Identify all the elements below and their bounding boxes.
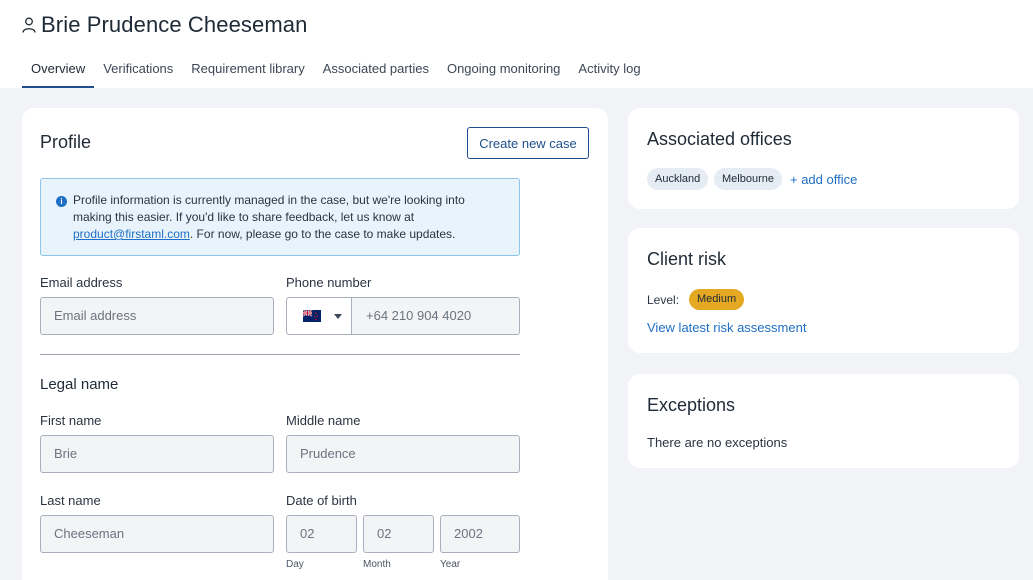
country-code-select[interactable] [287, 298, 352, 334]
info-text-before: Profile information is currently managed… [73, 193, 465, 224]
first-name-label: First name [40, 413, 102, 428]
risk-level-label: Level: [647, 293, 680, 307]
phone-field: +64 210 904 4020 [286, 297, 520, 335]
last-name-label: Last name [40, 493, 101, 508]
tab-overview[interactable]: Overview [22, 52, 95, 88]
nz-flag-icon [303, 310, 321, 322]
exceptions-card: Exceptions There are no exceptions [628, 374, 1019, 468]
tab-bar: Overview Verifications Requirement libra… [22, 52, 650, 88]
info-text-after: . For now, please go to the case to make… [189, 227, 456, 241]
client-risk-card: Client risk Level: Medium View latest ri… [628, 228, 1019, 353]
info-text: Profile information is currently managed… [73, 192, 503, 243]
profile-title: Profile [40, 132, 92, 152]
dob-day-sublabel: Day [286, 559, 304, 570]
feedback-email-link[interactable]: product@firstaml.com [73, 227, 190, 241]
page-header: Brie Prudence Cheeseman Overview Verific… [0, 0, 1033, 88]
create-new-case-button[interactable]: Create new case [467, 127, 589, 159]
tab-ongoing-monitoring[interactable]: Ongoing monitoring [438, 52, 569, 88]
risk-level-badge: Medium [689, 289, 745, 310]
dob-year-field[interactable]: 2002 [440, 515, 520, 553]
office-chip-melbourne: Melbourne [714, 168, 782, 190]
dob-year-sublabel: Year [440, 559, 461, 570]
last-name-field[interactable]: Cheeseman [40, 515, 274, 553]
title-row: Brie Prudence Cheeseman [22, 10, 307, 40]
email-label: Email address [40, 275, 123, 290]
phone-number-input[interactable]: +64 210 904 4020 [366, 298, 471, 334]
page-title: Brie Prudence Cheeseman [41, 12, 308, 37]
tab-associated-parties[interactable]: Associated parties [314, 52, 438, 88]
exceptions-empty-text: There are no exceptions [647, 435, 788, 450]
legal-name-title: Legal name [40, 376, 119, 393]
dob-label: Date of birth [286, 493, 357, 508]
tab-requirement-library[interactable]: Requirement library [182, 52, 313, 88]
chevron-down-icon [334, 314, 342, 319]
tab-verifications[interactable]: Verifications [94, 52, 182, 88]
person-icon [22, 17, 36, 33]
info-icon: i [56, 196, 67, 207]
info-banner: i Profile information is currently manag… [40, 178, 520, 256]
add-office-link[interactable]: + add office [790, 172, 857, 187]
exceptions-title: Exceptions [647, 395, 736, 415]
associated-offices-card: Associated offices Auckland Melbourne + … [628, 108, 1019, 209]
middle-name-label: Middle name [286, 413, 361, 428]
client-risk-title: Client risk [647, 249, 727, 269]
first-name-field[interactable]: Brie [40, 435, 274, 473]
profile-card: Profile Create new case i Profile inform… [22, 108, 608, 580]
tab-activity-log[interactable]: Activity log [569, 52, 649, 88]
associated-offices-title: Associated offices [647, 129, 792, 149]
dob-day-field[interactable]: 02 [286, 515, 357, 553]
phone-label: Phone number [286, 275, 372, 290]
dob-month-field[interactable]: 02 [363, 515, 434, 553]
view-risk-assessment-link[interactable]: View latest risk assessment [647, 320, 806, 335]
divider [40, 354, 520, 355]
office-chip-auckland: Auckland [647, 168, 709, 190]
dob-month-sublabel: Month [363, 559, 391, 570]
email-field[interactable]: Email address [40, 297, 274, 335]
middle-name-field[interactable]: Prudence [286, 435, 520, 473]
